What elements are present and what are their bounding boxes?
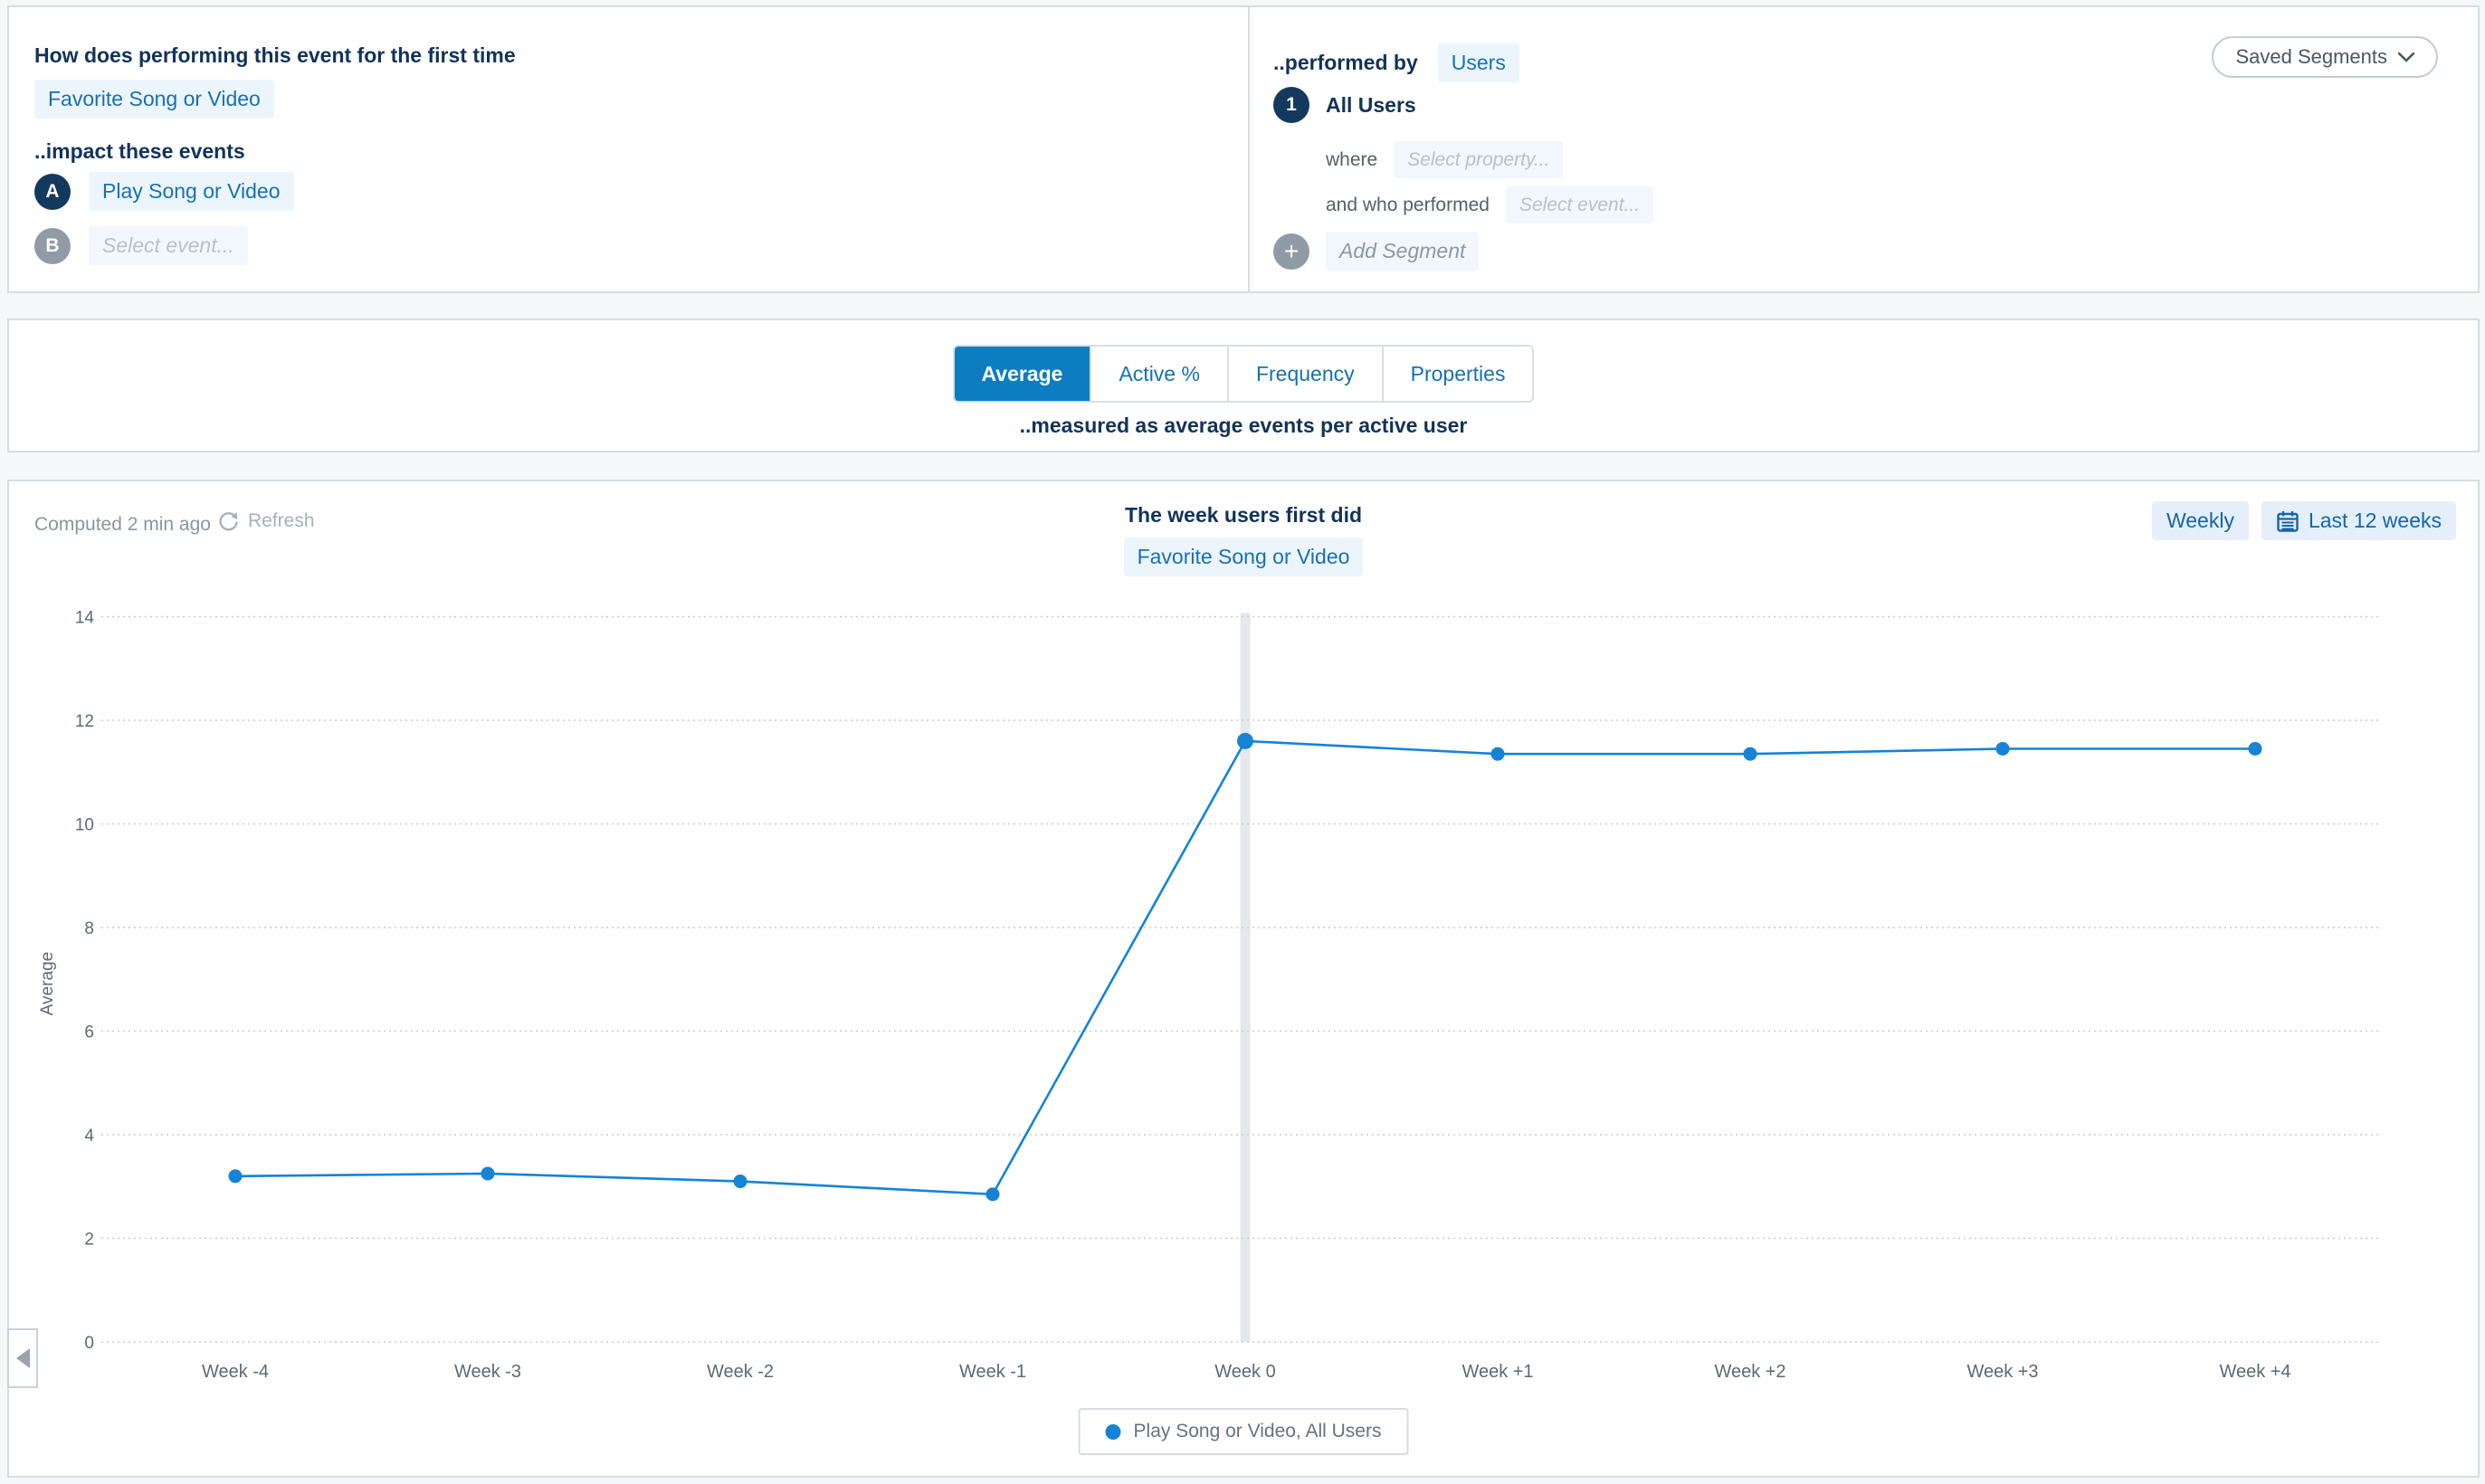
event-b-select-chip[interactable]: Select event... bbox=[89, 226, 248, 265]
impact-analysis-page: How does performing this event for the f… bbox=[0, 0, 2485, 1484]
data-point-week--4[interactable] bbox=[229, 1169, 243, 1183]
data-point-week-+2[interactable] bbox=[1744, 747, 1757, 761]
x-tick-label: Week -1 bbox=[959, 1362, 1026, 1382]
definition-panel: How does performing this event for the f… bbox=[7, 5, 2480, 293]
x-tick-label: Week -3 bbox=[454, 1362, 521, 1382]
saved-segments-button[interactable]: Saved Segments bbox=[2212, 36, 2438, 78]
where-label: where bbox=[1326, 149, 1377, 171]
data-point-week-+4[interactable] bbox=[2249, 742, 2262, 756]
impact-events-subheading: ..impact these events bbox=[34, 139, 245, 164]
x-tick-label: Week -4 bbox=[202, 1362, 269, 1382]
legend-series-label: Play Song or Video, All Users bbox=[1134, 1421, 1382, 1442]
x-tick-label: Week +3 bbox=[1966, 1362, 2038, 1382]
event-a-badge: A bbox=[34, 174, 71, 210]
collapse-sidebar-button[interactable] bbox=[7, 1328, 38, 1388]
chart-legend[interactable]: Play Song or Video, All Users bbox=[1079, 1408, 1409, 1455]
tab-frequency[interactable]: Frequency bbox=[1229, 347, 1384, 401]
week0-highlight-band bbox=[1241, 614, 1251, 1343]
add-segment-row: + Add Segment bbox=[1273, 232, 1479, 271]
data-point-week--1[interactable] bbox=[986, 1187, 1000, 1201]
segment-row: 1 All Users bbox=[1273, 87, 1416, 123]
legend-series-dot bbox=[1106, 1424, 1121, 1440]
data-point-week--2[interactable] bbox=[734, 1175, 747, 1188]
data-point-week-+1[interactable] bbox=[1491, 747, 1505, 761]
impact-line-chart: 0 2 4 6 8 10 12 14 Average Week -4 Week -3 Week -2 W… bbox=[9, 481, 2478, 1476]
segment-where-row: where Select property... bbox=[1326, 141, 1563, 178]
performed-by-target-chip[interactable]: Users bbox=[1438, 43, 1519, 82]
first-time-event-chip[interactable]: Favorite Song or Video bbox=[34, 80, 274, 119]
event-a-chip[interactable]: Play Song or Video bbox=[89, 172, 294, 211]
first-time-question: How does performing this event for the f… bbox=[34, 43, 516, 68]
y-tick-label: 4 bbox=[84, 1127, 94, 1146]
y-tick-label: 10 bbox=[75, 816, 94, 835]
measure-caption: ..measured as average events per active … bbox=[9, 414, 2478, 438]
x-tick-label: Week +2 bbox=[1714, 1362, 1785, 1382]
chart-panel: Computed 2 min ago Refresh The week user… bbox=[7, 480, 2480, 1478]
performed-by-section: ..performed by Users Saved Segments 1 Al… bbox=[1252, 7, 2478, 291]
y-tick-label: 6 bbox=[84, 1023, 94, 1042]
select-property-input[interactable]: Select property... bbox=[1394, 141, 1563, 178]
measure-tab-group: AverageActive %FrequencyProperties bbox=[953, 345, 1535, 403]
chevron-down-icon bbox=[2398, 52, 2414, 62]
x-tick-label: Week +4 bbox=[2219, 1362, 2290, 1382]
event-b-badge: B bbox=[34, 228, 71, 264]
impact-event-section: How does performing this event for the f… bbox=[9, 7, 1250, 291]
data-point-week-0[interactable] bbox=[1237, 733, 1253, 749]
y-tick-label: 14 bbox=[75, 609, 95, 628]
tab-active[interactable]: Active % bbox=[1091, 347, 1228, 401]
y-axis-label: Average bbox=[38, 952, 57, 1015]
add-segment-button[interactable]: Add Segment bbox=[1326, 232, 1479, 271]
y-tick-label: 12 bbox=[75, 712, 94, 731]
y-tick-label: 2 bbox=[84, 1231, 94, 1250]
saved-segments-label: Saved Segments bbox=[2235, 45, 2387, 69]
and-who-performed-label: and who performed bbox=[1326, 195, 1490, 216]
segment-name: All Users bbox=[1326, 93, 1416, 118]
measure-panel: AverageActive %FrequencyProperties ..mea… bbox=[7, 319, 2480, 452]
x-tick-label: Week +1 bbox=[1461, 1362, 1533, 1382]
select-event-input[interactable]: Select event... bbox=[1506, 186, 1653, 224]
segment-number-badge: 1 bbox=[1273, 87, 1309, 123]
tab-properties[interactable]: Properties bbox=[1384, 347, 1533, 401]
x-tick-label: Week -2 bbox=[707, 1362, 774, 1382]
data-point-week--3[interactable] bbox=[481, 1166, 495, 1180]
plus-icon[interactable]: + bbox=[1273, 233, 1309, 270]
y-tick-label: 8 bbox=[84, 919, 94, 938]
tab-average[interactable]: Average bbox=[955, 347, 1092, 401]
performed-by-heading: ..performed by bbox=[1273, 51, 1418, 75]
event-row-a: A Play Song or Video bbox=[34, 172, 294, 211]
collapse-left-icon bbox=[16, 1348, 30, 1368]
event-row-b: B Select event... bbox=[34, 226, 248, 265]
data-point-week-+3[interactable] bbox=[1996, 742, 2010, 756]
y-tick-label: 0 bbox=[84, 1334, 94, 1353]
x-tick-label: Week 0 bbox=[1214, 1362, 1275, 1382]
segment-performed-row: and who performed Select event... bbox=[1326, 186, 1653, 224]
